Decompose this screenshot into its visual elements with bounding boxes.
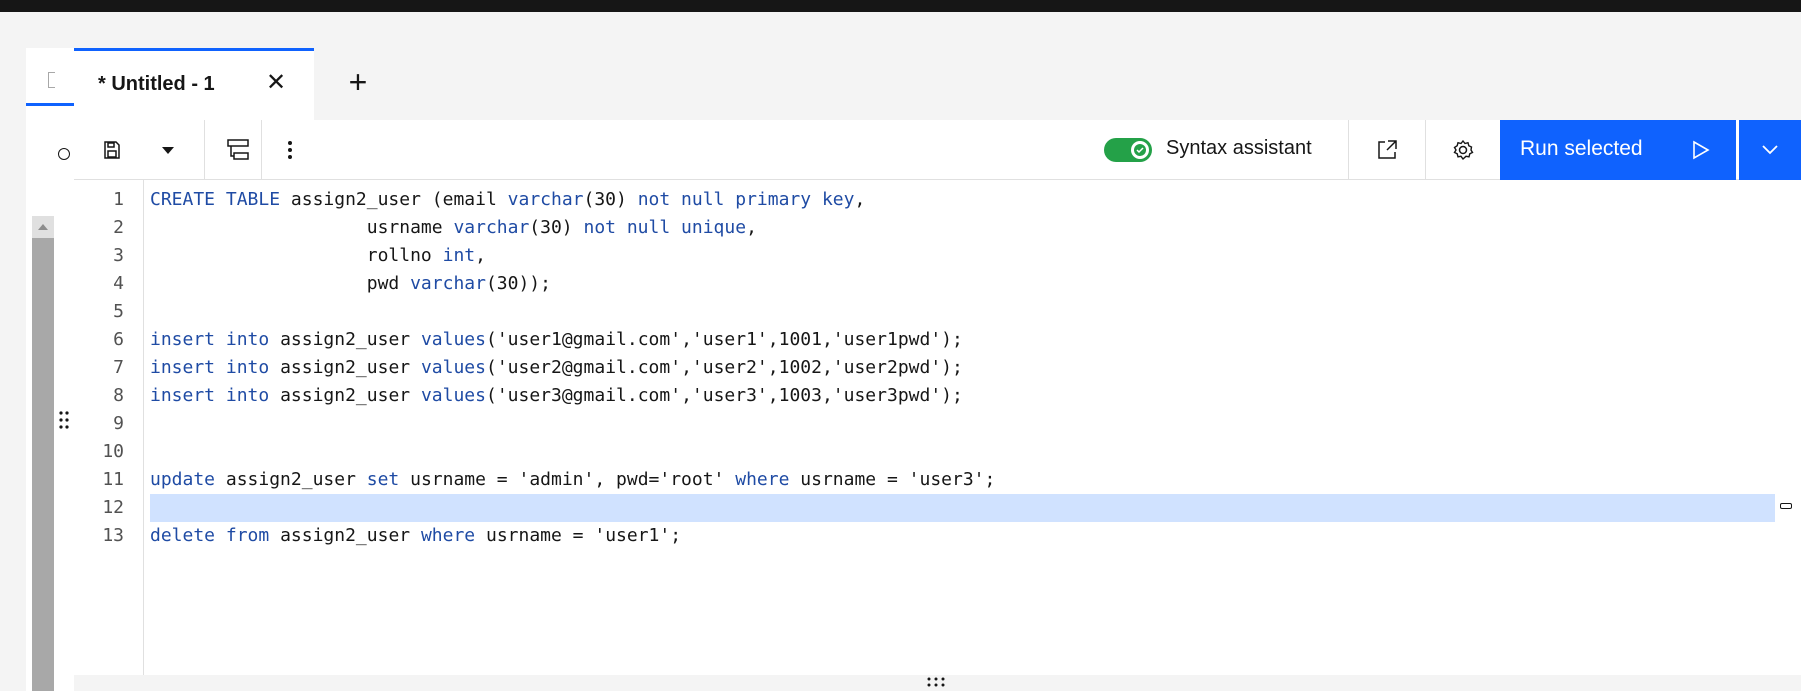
- launch-button[interactable]: [1349, 120, 1425, 180]
- tab-label: * Untitled - 1: [98, 73, 215, 95]
- close-icon[interactable]: ✕: [264, 71, 288, 95]
- left-panel-icon[interactable]: [48, 72, 55, 88]
- play-icon: [1693, 140, 1710, 160]
- chevron-down-icon: [1762, 145, 1778, 155]
- line-number: 4: [113, 273, 124, 294]
- code-line[interactable]: pwd varchar(30));: [150, 270, 551, 298]
- scroll-up-icon[interactable]: [32, 216, 54, 238]
- save-icon: [104, 141, 120, 159]
- line-number: 12: [102, 497, 124, 518]
- save-button[interactable]: [74, 120, 150, 180]
- line-number: 6: [113, 329, 124, 350]
- run-selected-label: Run selected: [1520, 137, 1643, 160]
- line-number: 11: [102, 469, 124, 490]
- code-editor[interactable]: 1 2 3 4 5 6 7 8 9 10 11 12 13 CREATE TABLE assign2_u…: [74, 180, 1801, 675]
- run-selected-button[interactable]: Run selected: [1500, 120, 1736, 180]
- line-number: 3: [113, 245, 124, 266]
- line-number: 10: [102, 441, 124, 462]
- add-tab-button[interactable]: +: [342, 66, 374, 100]
- top-bar: [0, 0, 1801, 12]
- code-line[interactable]: insert into assign2_user values('user1@g…: [150, 326, 963, 354]
- overflow-menu-button[interactable]: [262, 120, 318, 180]
- code-line[interactable]: insert into assign2_user values('user3@g…: [150, 382, 963, 410]
- syntax-assistant-toggle[interactable]: [1104, 138, 1152, 162]
- line-number: 9: [113, 413, 124, 434]
- run-options-dropdown[interactable]: [1739, 120, 1801, 180]
- settings-icon: [1453, 139, 1474, 161]
- editor-tabs: * Untitled - 1 ✕ +: [74, 48, 1801, 120]
- line-number: 5: [113, 301, 124, 322]
- sql-editor: * Untitled - 1 ✕ + Syntax assistant Run …: [74, 48, 1801, 691]
- line-number: 2: [113, 217, 124, 238]
- code-line[interactable]: usrname varchar(30) not null unique,: [150, 214, 757, 242]
- code-line[interactable]: update assign2_user set usrname = 'admin…: [150, 466, 995, 494]
- scrollbar-track[interactable]: [32, 238, 54, 691]
- code-line[interactable]: insert into assign2_user values('user2@g…: [150, 354, 963, 382]
- line-number: 13: [102, 525, 124, 546]
- line-number-gutter: 1 2 3 4 5 6 7 8 9 10 11 12 13: [74, 180, 144, 675]
- left-scrollbar[interactable]: [32, 216, 54, 691]
- editor-toolbar: Syntax assistant Run selected: [74, 120, 1801, 180]
- left-panel-active-indicator: [26, 103, 74, 106]
- line-number: 7: [113, 357, 124, 378]
- code-line[interactable]: CREATE TABLE assign2_user (email varchar…: [150, 186, 865, 214]
- toggle-knob: [1131, 141, 1149, 159]
- caret-down-icon: [162, 147, 174, 154]
- scroll-marker: [1780, 503, 1792, 509]
- search-icon[interactable]: [48, 144, 74, 162]
- syntax-assistant-label: Syntax assistant: [1166, 137, 1312, 159]
- line-number: 8: [113, 385, 124, 406]
- current-line-highlight: [150, 494, 1775, 522]
- settings-button[interactable]: [1426, 120, 1500, 180]
- launch-icon: [1378, 140, 1397, 159]
- save-dropdown-button[interactable]: [150, 120, 186, 180]
- resize-handle-icon[interactable]: [926, 676, 946, 691]
- code-line[interactable]: rollno int,: [150, 242, 486, 270]
- tab-untitled-1[interactable]: * Untitled - 1 ✕: [74, 48, 314, 120]
- overflow-menu-icon: [288, 141, 292, 159]
- code-line[interactable]: delete from assign2_user where usrname =…: [150, 522, 681, 550]
- line-number: 1: [113, 189, 124, 210]
- checkmark-icon: [1134, 144, 1146, 156]
- drag-handle-icon[interactable]: [58, 410, 70, 430]
- format-icon: [227, 139, 249, 160]
